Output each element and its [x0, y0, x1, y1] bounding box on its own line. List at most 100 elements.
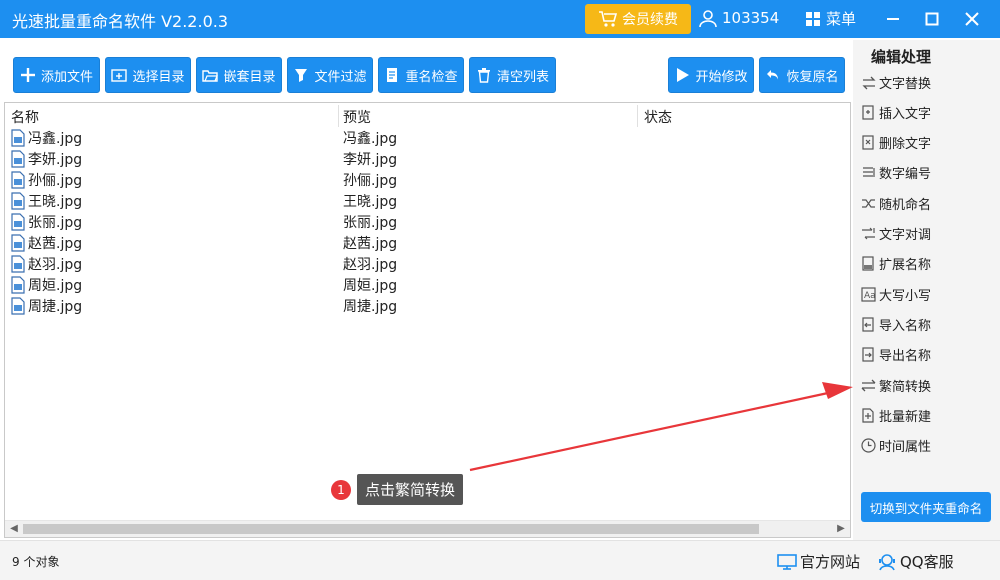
user-id: 103354 [722, 9, 780, 27]
file-name-cell: 赵羽.jpg [11, 254, 82, 274]
edit-panel: 编辑处理 文字替换 插入文字 删除文字 数字编号 随机命名 文字对调 扩展名称 Aa 大写小写导… [853, 40, 1000, 540]
file-name-cell: 王晓.jpg [11, 191, 82, 211]
scroll-left-icon[interactable]: ◀ [8, 523, 20, 535]
panel-item-delete-text[interactable]: 删除文字 [861, 130, 991, 156]
status-bar: 9 个对象 官方网站 QQ客服 [0, 540, 1000, 580]
file-filter-button[interactable]: 文件过滤 [287, 57, 373, 93]
vip-renew-button[interactable]: 会员续费 [585, 4, 691, 34]
restore-name-label: 恢复原名 [786, 69, 839, 85]
undo-icon [767, 70, 779, 80]
import-icon [862, 317, 874, 332]
menu-button[interactable]: 菜单 [806, 8, 856, 29]
monitor-icon [777, 553, 797, 570]
annotation-text: 点击繁简转换 [357, 474, 464, 505]
list-header: 名称 预览 状态 [5, 103, 850, 127]
case-icon: Aa [861, 286, 876, 302]
panel-item-numbering[interactable]: 数字编号 [861, 160, 991, 186]
panel-item-label: 删除文字 [879, 137, 932, 153]
minimize-button[interactable] [880, 6, 906, 32]
folder-plus-icon [111, 69, 128, 82]
menu-label: 菜单 [826, 10, 857, 28]
add-file-label: 添加文件 [40, 69, 93, 85]
switch-folder-rename-button[interactable]: 切换到文件夹重命名 [861, 492, 991, 522]
nested-dir-label: 嵌套目录 [223, 69, 276, 85]
swap-icon [862, 76, 876, 89]
rename-check-label: 重名检查 [405, 69, 458, 85]
table-row[interactable]: 张丽.jpg 张丽.jpg [5, 211, 850, 232]
extension-icon [862, 256, 874, 271]
start-modify-button[interactable]: 开始修改 [668, 57, 754, 93]
window-title: 光速批量重命名软件 V2.2.0.3 [12, 12, 229, 31]
preview-cell: 冯鑫.jpg [343, 131, 398, 147]
grid-menu-icon [806, 11, 820, 26]
panel-item-clock[interactable]: 时间属性 [861, 433, 991, 459]
panel-item-label: 文字替换 [879, 76, 932, 92]
image-file-icon [11, 276, 25, 294]
table-row[interactable]: 冯鑫.jpg 冯鑫.jpg [5, 127, 850, 148]
play-icon [677, 68, 690, 82]
table-row[interactable]: 周姮.jpg 周姮.jpg [5, 274, 850, 295]
preview-cell: 周捷.jpg [343, 299, 398, 315]
maximize-button[interactable] [919, 6, 945, 32]
panel-item-convert[interactable]: 繁简转换 [861, 372, 991, 398]
add-file-button[interactable]: 添加文件 [13, 57, 100, 93]
column-divider[interactable] [637, 105, 638, 127]
image-file-icon [11, 192, 25, 210]
panel-item-export[interactable]: 导出名称 [861, 342, 991, 368]
user-account[interactable]: 103354 [698, 8, 779, 28]
file-filter-label: 文件过滤 [314, 69, 367, 85]
table-row[interactable]: 王晓.jpg 王晓.jpg [5, 190, 850, 211]
image-file-icon [11, 171, 25, 189]
nested-dir-button[interactable]: 嵌套目录 [196, 57, 282, 93]
minimize-icon [887, 18, 899, 20]
column-header-name[interactable]: 名称 [11, 107, 39, 127]
table-row[interactable]: 李妍.jpg 李妍.jpg [5, 148, 850, 169]
new-file-icon [862, 408, 874, 423]
table-row[interactable]: 赵茜.jpg 赵茜.jpg [5, 232, 850, 253]
clear-list-button[interactable]: 清空列表 [469, 57, 556, 93]
file-name: 孙俪.jpg [28, 173, 83, 189]
select-dir-button[interactable]: 选择目录 [105, 57, 191, 93]
panel-item-label: 大写小写 [879, 288, 932, 304]
panel-item-import[interactable]: 导入名称 [861, 311, 991, 337]
column-header-preview[interactable]: 预览 [343, 107, 371, 127]
column-header-status[interactable]: 状态 [644, 107, 672, 127]
panel-item-new-file[interactable]: 批量新建 [861, 402, 991, 428]
rename-check-button[interactable]: 重名检查 [378, 57, 464, 93]
panel-item-label: 时间属性 [879, 440, 932, 456]
numbering-icon [863, 167, 875, 178]
start-modify-label: 开始修改 [695, 69, 748, 85]
official-website-link[interactable]: 官方网站 [777, 551, 860, 572]
panel-item-label: 扩展名称 [879, 258, 932, 274]
preview-cell: 王晓.jpg [343, 194, 398, 210]
panel-item-extension[interactable]: 扩展名称 [861, 251, 991, 277]
panel-item-case[interactable]: Aa 大写小写 [861, 281, 991, 307]
file-name-cell: 周捷.jpg [11, 296, 82, 316]
panel-item-shuffle[interactable]: 随机命名 [861, 190, 991, 216]
panel-item-exchange[interactable]: 文字对调 [861, 221, 991, 247]
preview-cell: 赵茜.jpg [343, 236, 398, 252]
object-count: 9 个对象 [12, 555, 60, 569]
column-divider[interactable] [338, 105, 339, 127]
panel-item-swap[interactable]: 文字替换 [861, 69, 991, 95]
file-name: 周姮.jpg [28, 278, 83, 294]
table-row[interactable]: 赵羽.jpg 赵羽.jpg [5, 253, 850, 274]
table-row[interactable]: 周捷.jpg 周捷.jpg [5, 295, 850, 316]
file-name-cell: 冯鑫.jpg [11, 128, 82, 148]
restore-name-button[interactable]: 恢复原名 [759, 57, 845, 93]
table-row[interactable]: 孙俪.jpg 孙俪.jpg [5, 169, 850, 190]
horizontal-scrollbar[interactable]: ◀ ▶ [5, 520, 850, 537]
file-name: 张丽.jpg [28, 215, 83, 231]
file-name: 赵羽.jpg [28, 257, 83, 273]
file-name: 王晓.jpg [28, 194, 83, 210]
exchange-icon [862, 227, 875, 240]
panel-item-insert[interactable]: 插入文字 [861, 99, 991, 125]
filter-icon [295, 69, 308, 82]
panel-item-label: 插入文字 [879, 106, 932, 122]
file-list[interactable]: 名称 预览 状态 冯鑫.jpg 冯鑫.jpg 李妍.jpg 李妍.jpg 孙俪.jpg 孙… [4, 102, 851, 538]
scroll-right-icon[interactable]: ▶ [835, 523, 847, 535]
panel-title: 编辑处理 [871, 48, 932, 66]
close-button[interactable] [959, 6, 985, 32]
qq-support-link[interactable]: QQ客服 [877, 551, 954, 572]
scrollbar-thumb[interactable] [23, 524, 759, 534]
